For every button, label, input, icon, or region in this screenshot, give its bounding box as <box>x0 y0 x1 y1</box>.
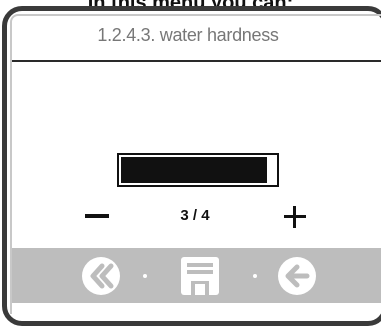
level-step-label: 3 / 4 <box>180 207 210 224</box>
separator-dot <box>253 274 257 278</box>
arrow-left-circle-icon[interactable] <box>277 256 317 296</box>
floppy-disk-icon[interactable] <box>180 256 220 296</box>
hardness-level-bar <box>117 153 279 187</box>
header-divider <box>12 60 381 62</box>
minus-icon[interactable] <box>85 214 109 218</box>
footer-bar <box>12 248 381 303</box>
plus-icon[interactable] <box>284 206 306 228</box>
menu-title: 1.2.4.3. water hardness <box>97 25 279 45</box>
double-chevron-left-icon[interactable] <box>81 256 121 296</box>
hardness-level-fill <box>121 157 268 183</box>
separator-dot <box>143 274 147 278</box>
